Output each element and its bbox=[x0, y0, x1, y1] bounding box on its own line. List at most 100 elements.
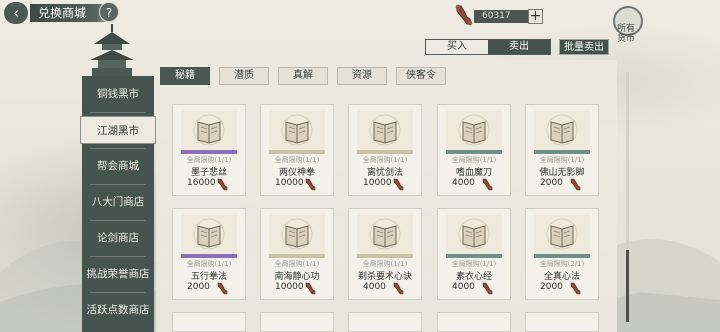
item-card[interactable]: 全局限购(1/1) 离忧剑法 10000 bbox=[348, 104, 422, 196]
sidebar-divider bbox=[90, 148, 146, 149]
sidebar-item-jianghu-black-market[interactable]: 江湖黑市 bbox=[80, 116, 156, 144]
bone-currency-icon bbox=[482, 178, 493, 191]
item-card[interactable]: 全局限购(1/1) 两仪神拳 10000 bbox=[260, 104, 334, 196]
item-card[interactable]: 全局限购(1/1) 五行拳法 2000 bbox=[172, 208, 246, 300]
item-price: 2000 bbox=[526, 281, 598, 295]
bone-currency-icon bbox=[482, 282, 493, 295]
item-card[interactable]: 全局限购(1/1) 墨子悲丝 16000 bbox=[172, 104, 246, 196]
sidebar-item-activity-points-shop[interactable]: 活跃点数商店 bbox=[82, 296, 154, 324]
sidebar-divider bbox=[90, 256, 146, 257]
emblem-label: 所有货币 bbox=[617, 24, 636, 44]
price-value: 4000 bbox=[452, 282, 475, 292]
item-card-partial[interactable] bbox=[172, 312, 246, 332]
bone-currency-icon bbox=[455, 4, 473, 26]
shop-panel: 秘籍 潜质 真解 资源 侠客令 全局限购(1/1) 墨子悲丝 16000 全局限购(1… bbox=[156, 60, 617, 332]
purchase-limit: 全局限购(2/1) bbox=[539, 260, 585, 268]
bone-currency-icon bbox=[393, 282, 404, 295]
item-card-partial[interactable] bbox=[525, 312, 599, 332]
item-price: 16000 bbox=[173, 177, 245, 191]
price-value: 10000 bbox=[275, 282, 304, 292]
price-value: 10000 bbox=[363, 178, 392, 188]
sidebar-item-sword-debate-shop[interactable]: 论剑商店 bbox=[82, 224, 154, 252]
currency-display: 60317 + bbox=[452, 4, 543, 26]
bone-currency-icon bbox=[393, 178, 404, 191]
sidebar-divider bbox=[90, 220, 146, 221]
price-value: 4000 bbox=[452, 178, 475, 188]
price-value: 16000 bbox=[187, 178, 216, 188]
purchase-limit: 全局限购(1/1) bbox=[274, 156, 320, 164]
tab-secret-manuals[interactable]: 秘籍 bbox=[160, 67, 210, 85]
bone-currency-icon bbox=[570, 178, 581, 191]
purchase-limit: 全局限购(1/1) bbox=[451, 260, 497, 268]
currency-amount: 60317 bbox=[474, 10, 534, 23]
item-price: 10000 bbox=[261, 177, 333, 191]
manual-book-icon bbox=[269, 214, 325, 258]
item-card[interactable]: 全局限购(1/1) 剃杀要术心诀 4000 bbox=[348, 208, 422, 300]
item-card[interactable]: 全局限购(2/1) 全真心法 2000 bbox=[525, 208, 599, 300]
back-button[interactable]: ‹ bbox=[4, 2, 28, 24]
item-price: 4000 bbox=[438, 177, 510, 191]
bone-currency-icon bbox=[217, 282, 228, 295]
trade-toggle: 买入 卖出 bbox=[425, 39, 551, 55]
item-price: 10000 bbox=[261, 281, 333, 295]
bone-currency-icon bbox=[570, 282, 581, 295]
bulk-sell-button[interactable]: 批量卖出 bbox=[559, 39, 609, 55]
tab-potential[interactable]: 潜质 bbox=[219, 67, 269, 85]
item-price: 2000 bbox=[173, 281, 245, 295]
sidebar-item-eight-sects-shop[interactable]: 八大门商店 bbox=[82, 188, 154, 216]
price-value: 4000 bbox=[363, 282, 386, 292]
tab-true-solution[interactable]: 真解 bbox=[278, 67, 328, 85]
bone-currency-icon bbox=[217, 178, 228, 191]
price-value: 2000 bbox=[540, 282, 563, 292]
price-value: 2000 bbox=[187, 282, 210, 292]
bone-currency-icon bbox=[305, 282, 316, 295]
sidebar-item-challenge-honor-shop[interactable]: 挑战荣誉商店 bbox=[82, 260, 154, 288]
manual-book-icon bbox=[269, 110, 325, 154]
sidebar-divider bbox=[90, 292, 146, 293]
manual-book-icon bbox=[534, 214, 590, 258]
purchase-limit: 全局限购(1/1) bbox=[362, 260, 408, 268]
tab-resources[interactable]: 资源 bbox=[337, 67, 387, 85]
manual-book-icon bbox=[534, 110, 590, 154]
back-arrow-icon: ‹ bbox=[13, 4, 19, 22]
item-card-partial[interactable] bbox=[437, 312, 511, 332]
purchase-limit: 全局限购(1/1) bbox=[186, 260, 232, 268]
price-value: 2000 bbox=[540, 178, 563, 188]
purchase-limit: 全局限购(1/1) bbox=[362, 156, 408, 164]
sell-tab[interactable]: 卖出 bbox=[488, 40, 550, 54]
purchase-limit: 全局限购(1/1) bbox=[451, 156, 497, 164]
item-price: 10000 bbox=[349, 177, 421, 191]
item-price: 2000 bbox=[526, 177, 598, 191]
purchase-limit: 全局限购(1/1) bbox=[186, 156, 232, 164]
item-card[interactable]: 全局限购(1/1) 佛山无影脚 2000 bbox=[525, 104, 599, 196]
manual-book-icon bbox=[446, 110, 502, 154]
manual-book-icon bbox=[446, 214, 502, 258]
pagoda-icon bbox=[90, 24, 134, 76]
sidebar-divider bbox=[90, 184, 146, 185]
manual-book-icon bbox=[357, 214, 413, 258]
item-card-partial[interactable] bbox=[260, 312, 334, 332]
tab-hero-token[interactable]: 侠客令 bbox=[396, 67, 446, 85]
item-price: 4000 bbox=[349, 281, 421, 295]
manual-book-icon bbox=[181, 110, 237, 154]
sidebar-item-guild-shop[interactable]: 帮会商城 bbox=[82, 152, 154, 180]
sidebar-item-copper-black-market[interactable]: 铜钱黑市 bbox=[82, 80, 154, 108]
item-card-partial[interactable] bbox=[348, 312, 422, 332]
purchase-limit: 全局限购(1/1) bbox=[274, 260, 320, 268]
item-card[interactable]: 全局限购(1/1) 南海静心功 10000 bbox=[260, 208, 334, 300]
sidebar-divider bbox=[90, 112, 146, 113]
manual-book-icon bbox=[357, 110, 413, 154]
add-currency-button[interactable]: + bbox=[528, 9, 543, 24]
item-card[interactable]: 全局限购(1/1) 素衣心经 4000 bbox=[437, 208, 511, 300]
bone-currency-icon bbox=[305, 178, 316, 191]
scrollbar-thumb[interactable] bbox=[626, 250, 629, 322]
manual-book-icon bbox=[181, 214, 237, 258]
price-value: 10000 bbox=[275, 178, 304, 188]
shop-sidebar: 铜钱黑市 江湖黑市 帮会商城 八大门商店 论剑商店 挑战荣誉商店 活跃点数商店 bbox=[80, 76, 156, 332]
help-button[interactable]: ? bbox=[99, 2, 119, 22]
buy-tab[interactable]: 买入 bbox=[426, 40, 488, 54]
category-tabs: 秘籍 潜质 真解 资源 侠客令 bbox=[160, 67, 615, 87]
item-price: 4000 bbox=[438, 281, 510, 295]
item-card[interactable]: 全局限购(1/1) 嗜血魔刀 4000 bbox=[437, 104, 511, 196]
purchase-limit: 全局限购(1/1) bbox=[539, 156, 585, 164]
